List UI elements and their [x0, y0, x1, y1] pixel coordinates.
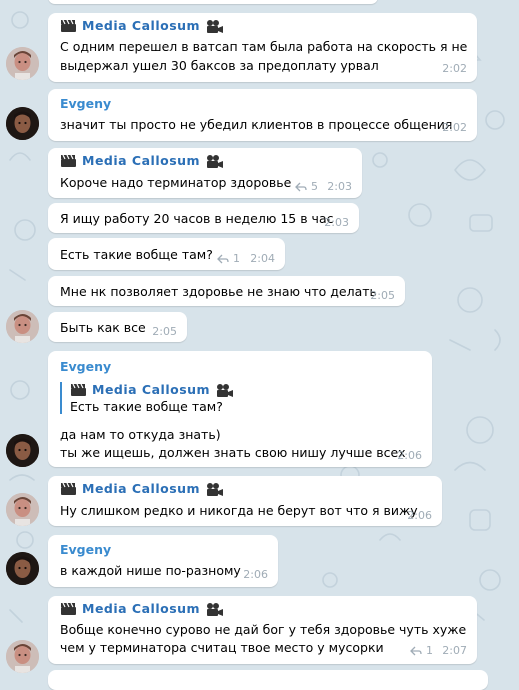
message-time: 2:02 — [442, 62, 467, 75]
message-bubble-partial — [48, 670, 488, 690]
user-avatar[interactable] — [6, 552, 39, 585]
message-bubble[interactable]: Я ищу работу 20 часов в неделю 15 в час … — [48, 203, 359, 233]
movie-camera-icon — [207, 154, 224, 168]
reply-arrow-icon — [217, 254, 229, 263]
quoted-text: Есть такие вобще там? — [70, 399, 223, 414]
avatar-image — [6, 47, 39, 80]
message-bubble[interactable]: Media Callosum Ну слишком редко и никогд… — [48, 476, 442, 526]
movie-camera-icon — [207, 602, 224, 616]
avatar-image — [6, 310, 39, 343]
user-avatar[interactable] — [6, 640, 39, 673]
message-time: 2:04 — [250, 252, 275, 265]
message-text: Быть как все — [60, 320, 146, 335]
message-text: Есть такие вобще там? — [60, 247, 213, 262]
message-time: 2:05 — [370, 289, 395, 302]
message-text: Ну слишком редко и никогда не берут вот … — [60, 503, 418, 518]
movie-camera-icon — [217, 383, 234, 397]
message-bubble[interactable]: Быть как все 2:05 — [48, 312, 187, 342]
clapperboard-icon — [61, 154, 76, 167]
sender-name[interactable]: Media Callosum — [60, 153, 224, 168]
message-bubble[interactable]: Evgeny значит ты просто не убедил клиент… — [48, 89, 477, 141]
message-text: да нам то откуда знать) — [60, 427, 221, 442]
message-time: 2:06 — [407, 509, 432, 522]
user-avatar[interactable] — [6, 310, 39, 343]
reply-count-value: 1 — [426, 644, 433, 657]
movie-camera-icon — [207, 19, 224, 33]
message-text: Я ищу работу 20 часов в неделю 15 в час — [60, 211, 334, 226]
sender-name[interactable]: Evgeny — [60, 96, 111, 111]
clapperboard-icon — [61, 602, 76, 615]
message-text: чем у терминатора считац твое место у му… — [60, 640, 384, 655]
reply-count[interactable]: 1 — [410, 644, 433, 657]
avatar-image — [6, 640, 39, 673]
sender-name-text: Media Callosum — [82, 18, 201, 33]
reply-count[interactable]: 1 — [217, 252, 240, 265]
message-text: С одним перешел в ватсап там была работа… — [60, 39, 468, 54]
message-text: выдержал ушел 30 баксов за предоплату ур… — [60, 58, 379, 73]
reply-count-value: 5 — [311, 180, 318, 193]
reply-arrow-icon — [295, 182, 307, 191]
message-text: Вобще конечно сурово не дай бог у тебя з… — [60, 622, 467, 637]
sender-name-text: Media Callosum — [82, 601, 201, 616]
message-text: в каждой нише по-разному — [60, 563, 241, 578]
message-time: 2:05 — [152, 325, 177, 338]
message-text: Короче надо терминатор здоровье — [60, 175, 292, 190]
clapperboard-icon — [71, 383, 86, 396]
message-time: 2:06 — [243, 568, 268, 581]
quoted-sender-text: Media Callosum — [92, 382, 211, 397]
avatar-image — [6, 434, 39, 467]
message-bubble[interactable]: Мне нк позволяет здоровье не знаю что де… — [48, 276, 405, 306]
message-text: Мне нк позволяет здоровье не знаю что де… — [60, 284, 377, 299]
reply-count-value: 1 — [233, 252, 240, 265]
avatar-image — [6, 493, 39, 526]
message-bubble[interactable]: Media Callosum Вобще конечно сурово не д… — [48, 596, 477, 664]
message-bubble[interactable]: Evgeny Media Callosum Есть такие вобще т… — [48, 351, 432, 467]
message-bubble[interactable]: Media Callosum С одним перешел в ватсап … — [48, 13, 477, 82]
user-avatar[interactable] — [6, 47, 39, 80]
sender-name[interactable]: Evgeny — [60, 542, 111, 557]
message-bubble[interactable]: Есть такие вобще там? 1 2:04 — [48, 238, 285, 270]
sender-name[interactable]: Media Callosum — [60, 481, 224, 496]
message-text: значит ты просто не убедил клиентов в пр… — [60, 117, 453, 132]
reply-arrow-icon — [410, 646, 422, 655]
avatar-image — [6, 107, 39, 140]
avatar-image — [6, 552, 39, 585]
message-time: 2:03 — [327, 180, 352, 193]
sender-name[interactable]: Media Callosum — [60, 18, 224, 33]
reply-count[interactable]: 5 — [295, 180, 318, 193]
sender-name[interactable]: Evgeny — [60, 359, 111, 374]
movie-camera-icon — [207, 482, 224, 496]
quoted-sender: Media Callosum — [70, 382, 234, 397]
sender-name[interactable]: Media Callosum — [60, 601, 224, 616]
user-avatar[interactable] — [6, 493, 39, 526]
message-bubble[interactable]: Media Callosum Короче надо терминатор зд… — [48, 148, 362, 198]
message-bubble-partial — [48, 0, 378, 4]
sender-name-text: Media Callosum — [82, 153, 201, 168]
quoted-message[interactable]: Media Callosum Есть такие вобще там? — [60, 382, 234, 414]
user-avatar[interactable] — [6, 107, 39, 140]
message-bubble[interactable]: Evgeny в каждой нише по-разному 2:06 — [48, 535, 278, 587]
message-time: 2:06 — [397, 449, 422, 462]
sender-name-text: Media Callosum — [82, 481, 201, 496]
message-text: ты же ищешь, должен знать свою нишу лучш… — [60, 445, 406, 460]
clapperboard-icon — [61, 482, 76, 495]
message-time: 2:03 — [324, 216, 349, 229]
user-avatar[interactable] — [6, 434, 39, 467]
message-time: 2:02 — [442, 121, 467, 134]
message-time: 2:07 — [442, 644, 467, 657]
clapperboard-icon — [61, 19, 76, 32]
